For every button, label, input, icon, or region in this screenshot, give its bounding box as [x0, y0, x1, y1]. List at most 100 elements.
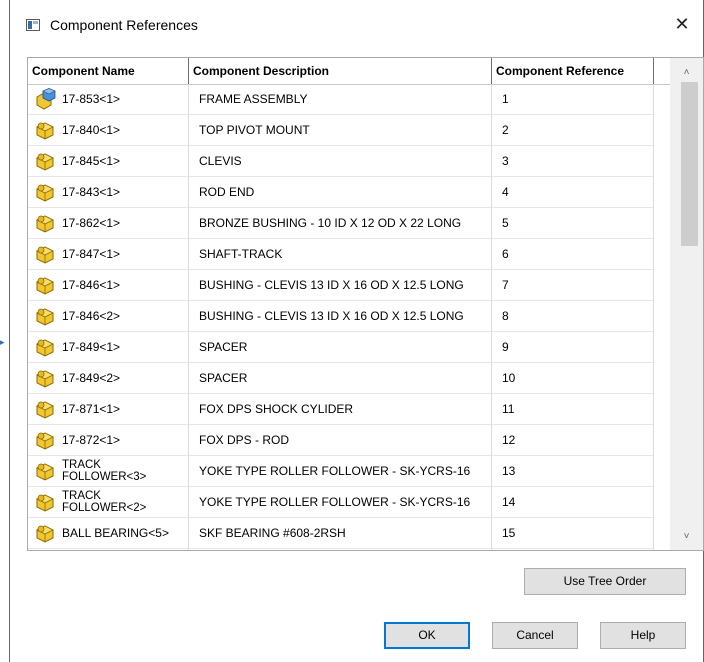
component-reference: 10 [502, 371, 516, 385]
table-row[interactable]: 17-849<2> SPACER 10 [28, 363, 670, 394]
component-description-cell[interactable]: YOKE TYPE ROLLER FOLLOWER - SK-YCRS-16 [189, 456, 492, 487]
component-reference-cell[interactable]: 2 [492, 115, 654, 146]
table-row[interactable]: 17-846<2> BUSHING - CLEVIS 13 ID X 16 OD … [28, 301, 670, 332]
table-row[interactable]: 17-847<1> SHAFT-TRACK 6 [28, 239, 670, 270]
component-reference-cell[interactable]: 9 [492, 332, 654, 363]
help-button[interactable]: Help [600, 622, 686, 649]
component-name-cell[interactable]: 17-849<2> [28, 363, 189, 394]
component-name: 17-843<1> [62, 185, 121, 199]
component-reference: 15 [502, 526, 516, 540]
table-row[interactable]: 17-872<1> FOX DPS - ROD 12 [28, 425, 670, 456]
ok-button[interactable]: OK [384, 622, 470, 649]
table-row[interactable]: 17-846<1> BUSHING - CLEVIS 13 ID X 16 OD … [28, 270, 670, 301]
component-description: CLEVIS [199, 154, 242, 168]
component-reference: 7 [502, 278, 509, 292]
component-reference-cell[interactable]: 10 [492, 363, 654, 394]
cancel-button[interactable]: Cancel [492, 622, 578, 649]
table-row[interactable]: 17-853<1> FRAME ASSEMBLY 1 [28, 84, 670, 115]
component-name-cell[interactable]: BALL BEARING<6> [28, 549, 189, 550]
table-row[interactable]: TRACK FOLLOWER<2> YOKE TYPE ROLLER FOLLOW… [28, 487, 670, 518]
table-row[interactable]: 17-845<1> CLEVIS 3 [28, 146, 670, 177]
component-reference-cell[interactable]: 8 [492, 301, 654, 332]
component-reference-cell[interactable]: 3 [492, 146, 654, 177]
component-reference-cell[interactable]: 13 [492, 456, 654, 487]
component-reference-cell[interactable]: 6 [492, 239, 654, 270]
chevron-down-icon[interactable]: ˅ [670, 528, 703, 546]
component-name-cell[interactable]: 17-853<1> [28, 84, 189, 115]
component-description-cell[interactable]: FOX DPS - ROD [189, 425, 492, 456]
component-name-cell[interactable]: 17-846<2> [28, 301, 189, 332]
component-name-cell[interactable]: 17-847<1> [28, 239, 189, 270]
chevron-up-icon[interactable]: ˄ [670, 64, 703, 82]
pointer-arrow-icon: ▸ [0, 337, 5, 347]
table-row[interactable]: TRACK FOLLOWER<3> YOKE TYPE ROLLER FOLLOW… [28, 456, 670, 487]
column-header-component-description[interactable]: Component Description [189, 58, 492, 84]
component-name-cell[interactable]: 17-862<1> [28, 208, 189, 239]
component-reference-cell[interactable]: 15 [492, 518, 654, 549]
component-references-dialog: Component References ✕ Component Name Co… [9, 0, 704, 662]
scrollbar-thumb[interactable] [681, 82, 698, 246]
component-reference-cell[interactable]: 14 [492, 487, 654, 518]
table-row[interactable]: 17-849<1> SPACER 9 [28, 332, 670, 363]
component-description-cell[interactable]: TOP PIVOT MOUNT [189, 115, 492, 146]
component-reference-cell[interactable]: 1 [492, 84, 654, 115]
component-description-cell[interactable]: YOKE TYPE ROLLER FOLLOWER - SK-YCRS-16 [189, 487, 492, 518]
part-icon [34, 367, 56, 389]
table-row[interactable]: BALL BEARING<6>SKF BEARING #608-2RSH16 [28, 549, 670, 550]
table-body: 17-853<1> FRAME ASSEMBLY 1 17-840<1> TOP PIV… [28, 84, 670, 550]
component-description-cell[interactable]: SKF BEARING #608-2RSH [189, 518, 492, 549]
window-icon [26, 19, 40, 31]
component-reference: 4 [502, 185, 509, 199]
component-description-cell[interactable]: BUSHING - CLEVIS 13 ID X 16 OD X 12.5 LO… [189, 270, 492, 301]
component-name: 17-840<1> [62, 123, 121, 137]
component-description: BUSHING - CLEVIS 13 ID X 16 OD X 12.5 LO… [199, 309, 464, 323]
close-icon[interactable]: ✕ [671, 12, 693, 36]
component-name-cell[interactable]: TRACK FOLLOWER<3> [28, 456, 189, 487]
component-name: 17-872<1> [62, 433, 121, 447]
component-description-cell[interactable]: FRAME ASSEMBLY [189, 84, 492, 115]
component-name-cell[interactable]: 17-846<1> [28, 270, 189, 301]
table-row[interactable]: 17-862<1> BRONZE BUSHING - 10 ID X 12 OD … [28, 208, 670, 239]
table-row[interactable]: 17-840<1> TOP PIVOT MOUNT 2 [28, 115, 670, 146]
component-name-cell[interactable]: 17-871<1> [28, 394, 189, 425]
component-description-cell[interactable]: SHAFT-TRACK [189, 239, 492, 270]
component-description-cell[interactable]: ROD END [189, 177, 492, 208]
component-reference: 14 [502, 495, 516, 509]
component-reference-cell[interactable]: 5 [492, 208, 654, 239]
table-row[interactable]: BALL BEARING<5> SKF BEARING #608-2RSH 15 [28, 518, 670, 549]
component-name-cell[interactable]: 17-845<1> [28, 146, 189, 177]
component-description: SKF BEARING #608-2RSH [199, 526, 346, 540]
component-description-cell[interactable]: FOX DPS SHOCK CYLIDER [189, 394, 492, 425]
table-row[interactable]: 17-871<1> FOX DPS SHOCK CYLIDER 11 [28, 394, 670, 425]
component-name-cell[interactable]: 17-843<1> [28, 177, 189, 208]
component-reference-cell[interactable]: 11 [492, 394, 654, 425]
component-description-cell[interactable]: SPACER [189, 332, 492, 363]
component-description: FOX DPS - ROD [199, 433, 290, 447]
vertical-scrollbar[interactable]: ˄ ˅ [670, 58, 703, 550]
component-name: 17-849<1> [62, 340, 121, 354]
component-reference: 6 [502, 247, 509, 261]
column-header-component-reference[interactable]: Component Reference [492, 58, 654, 84]
part-icon [34, 150, 56, 172]
component-reference-cell[interactable]: 16 [492, 549, 654, 550]
component-description-cell[interactable]: BRONZE BUSHING - 10 ID X 12 OD X 22 LONG [189, 208, 492, 239]
component-description-cell[interactable]: SKF BEARING #608-2RSH [189, 549, 492, 550]
component-reference-cell[interactable]: 4 [492, 177, 654, 208]
component-name-cell[interactable]: 17-849<1> [28, 332, 189, 363]
component-name-cell[interactable]: TRACK FOLLOWER<2> [28, 487, 189, 518]
component-name-cell[interactable]: 17-840<1> [28, 115, 189, 146]
component-name-cell[interactable]: BALL BEARING<5> [28, 518, 189, 549]
component-reference: 8 [502, 309, 509, 323]
component-description-cell[interactable]: CLEVIS [189, 146, 492, 177]
component-description-cell[interactable]: SPACER [189, 363, 492, 394]
table-header: Component Name Component Description Com… [28, 58, 670, 85]
component-name-cell[interactable]: 17-872<1> [28, 425, 189, 456]
component-reference-cell[interactable]: 7 [492, 270, 654, 301]
component-name: 17-849<2> [62, 371, 121, 385]
part-icon [34, 398, 56, 420]
column-header-component-name[interactable]: Component Name [28, 58, 189, 84]
use-tree-order-button[interactable]: Use Tree Order [524, 568, 686, 595]
component-reference-cell[interactable]: 12 [492, 425, 654, 456]
table-row[interactable]: 17-843<1> ROD END 4 [28, 177, 670, 208]
component-description-cell[interactable]: BUSHING - CLEVIS 13 ID X 16 OD X 12.5 LO… [189, 301, 492, 332]
